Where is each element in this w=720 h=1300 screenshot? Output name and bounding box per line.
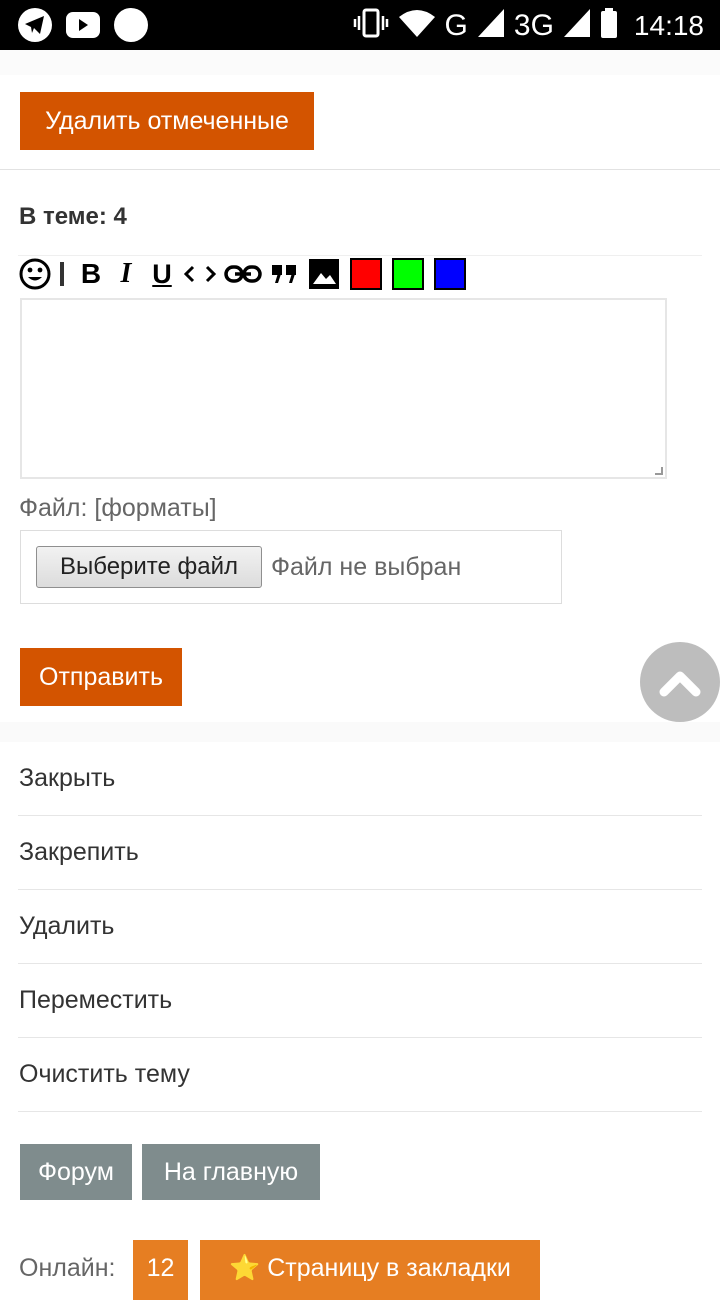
color-blue-swatch[interactable] — [434, 258, 466, 290]
file-label: Файл: [форматы] — [19, 494, 217, 523]
italic-icon[interactable]: I — [112, 258, 140, 290]
file-upload-box: Выберите файл Файл не выбран — [20, 530, 562, 604]
network-type-g: G — [444, 8, 468, 42]
status-bar: G 3G 14:18 — [0, 0, 720, 50]
menu-item-move[interactable]: Переместить — [19, 986, 172, 1015]
smile-icon[interactable] — [18, 257, 52, 291]
wifi-icon — [398, 9, 435, 42]
clock: 14:18 — [633, 9, 704, 41]
formats-link[interactable]: [форматы] — [94, 494, 216, 522]
home-button[interactable]: На главную — [142, 1144, 320, 1200]
top-band — [0, 50, 720, 75]
forum-button[interactable]: Форум — [20, 1144, 132, 1200]
color-red-swatch[interactable] — [350, 258, 382, 290]
bold-icon[interactable]: B — [78, 258, 104, 290]
divider — [18, 963, 702, 964]
underline-icon[interactable]: U — [148, 259, 176, 290]
choose-file-button[interactable]: Выберите файл — [36, 546, 262, 588]
scroll-to-top-button[interactable] — [640, 642, 720, 722]
menu-item-clear-topic[interactable]: Очистить тему — [19, 1060, 190, 1089]
message-textarea[interactable] — [20, 298, 667, 479]
topic-post-count: В теме: 4 — [19, 203, 127, 230]
file-status-text: Файл не выбран — [271, 553, 462, 581]
divider — [18, 1037, 702, 1038]
divider — [18, 1111, 702, 1112]
divider — [18, 889, 702, 890]
quote-icon[interactable] — [270, 263, 300, 285]
divider — [0, 169, 720, 170]
menu-item-delete[interactable]: Удалить — [19, 912, 114, 941]
youtube-icon — [66, 12, 100, 38]
toolbar-separator — [60, 262, 64, 286]
mid-band — [0, 722, 720, 742]
editor-toolbar: B I U — [18, 256, 476, 292]
network-type-3g: 3G — [513, 8, 554, 42]
notification-dot-icon — [114, 8, 148, 42]
file-label-text: Файл: — [19, 494, 88, 522]
divider — [18, 815, 702, 816]
chevron-up-icon — [659, 671, 701, 697]
code-icon[interactable] — [184, 264, 216, 284]
telegram-icon — [18, 8, 52, 42]
submit-button[interactable]: Отправить — [20, 648, 182, 706]
image-icon[interactable] — [308, 258, 340, 290]
menu-item-close[interactable]: Закрыть — [19, 764, 115, 793]
menu-item-pin[interactable]: Закрепить — [19, 838, 139, 867]
bookmark-page-button[interactable]: ⭐ Страницу в закладки — [200, 1240, 540, 1300]
delete-selected-button[interactable]: Удалить отмеченные — [20, 92, 314, 150]
signal-icon-2 — [563, 9, 590, 42]
online-count-badge[interactable]: 12 — [133, 1240, 188, 1300]
signal-icon — [477, 9, 504, 42]
online-label: Онлайн: — [19, 1254, 116, 1282]
link-icon[interactable] — [224, 263, 262, 285]
resize-grip-icon[interactable] — [655, 467, 663, 475]
color-green-swatch[interactable] — [392, 258, 424, 290]
vibrate-icon — [353, 8, 389, 43]
battery-icon — [600, 8, 618, 43]
